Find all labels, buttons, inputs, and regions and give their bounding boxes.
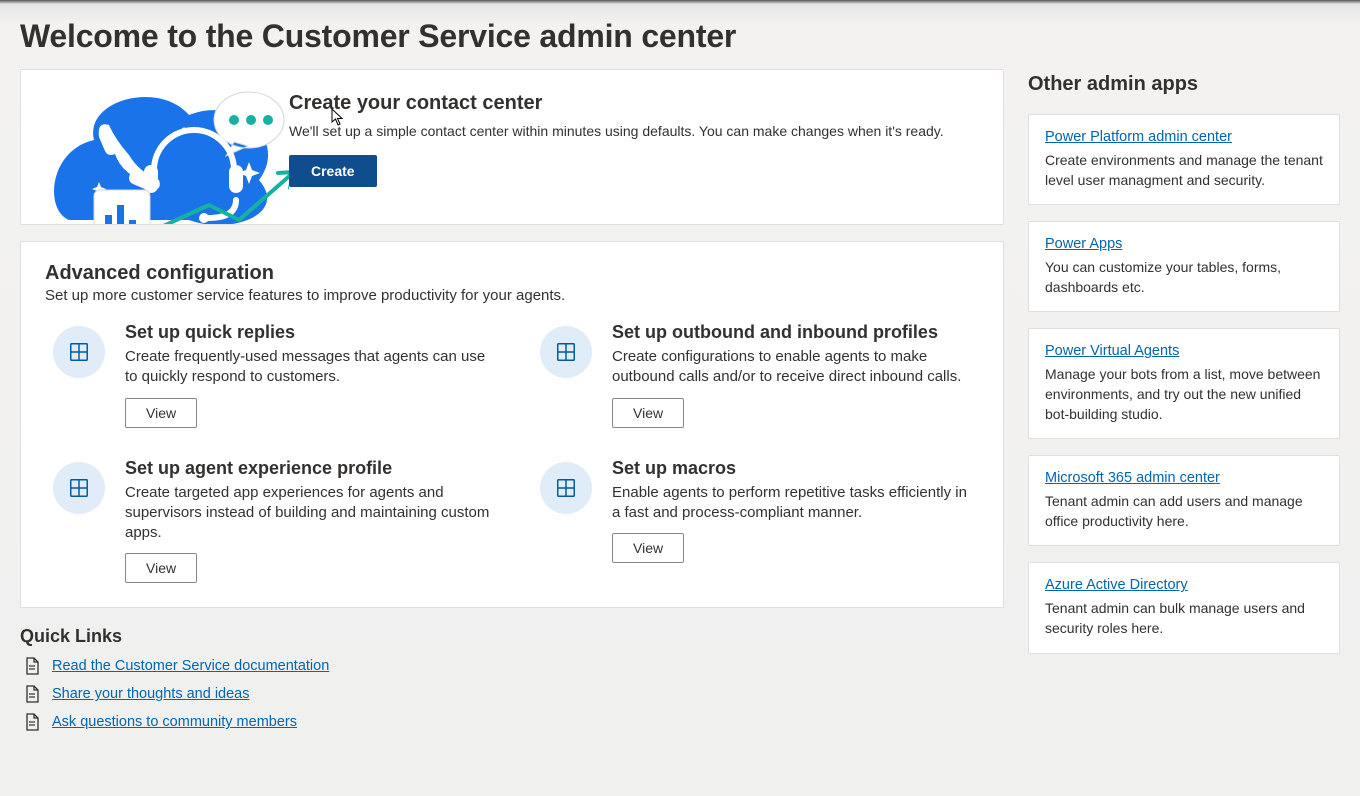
adv-item-profiles: Set up outbound and inbound profiles Cre… [532, 322, 979, 428]
app-card-m365: Microsoft 365 admin center Tenant admin … [1028, 455, 1340, 546]
app-desc: Manage your bots from a list, move betwe… [1045, 365, 1323, 424]
app-desc: Tenant admin can add users and manage of… [1045, 492, 1323, 531]
adv-desc: Create configurations to enable agents t… [612, 347, 979, 388]
quick-link-row: Share your thoughts and ideas [20, 685, 1004, 703]
document-icon [24, 657, 40, 675]
hero-title: Create your contact center [289, 92, 944, 115]
quick-links-heading: Quick Links [20, 626, 1004, 647]
grid-icon [53, 326, 105, 378]
quick-link-row: Ask questions to community members [20, 713, 1004, 731]
adv-desc: Create targeted app experiences for agen… [125, 483, 492, 544]
adv-title: Set up agent experience profile [125, 458, 492, 479]
app-card-aad: Azure Active Directory Tenant admin can … [1028, 562, 1340, 653]
app-link[interactable]: Azure Active Directory [1045, 577, 1323, 593]
view-button-profiles[interactable]: View [612, 398, 684, 428]
quick-link-row: Read the Customer Service documentation [20, 657, 1004, 675]
quick-link-community[interactable]: Ask questions to community members [52, 714, 297, 730]
view-button-agent-exp[interactable]: View [125, 553, 197, 583]
grid-icon [540, 326, 592, 378]
quick-link-feedback[interactable]: Share your thoughts and ideas [52, 686, 250, 702]
app-desc: Create environments and manage the tenan… [1045, 151, 1323, 190]
advanced-heading: Advanced configuration [45, 262, 979, 285]
app-card-power-apps: Power Apps You can customize your tables… [1028, 221, 1340, 312]
adv-item-quick-replies: Set up quick replies Create frequently-u… [45, 322, 492, 428]
sidebar-heading: Other admin apps [1028, 73, 1340, 96]
grid-icon [540, 462, 592, 514]
adv-item-macros: Set up macros Enable agents to perform r… [532, 458, 979, 584]
app-desc: You can customize your tables, forms, da… [1045, 258, 1323, 297]
app-link[interactable]: Power Virtual Agents [1045, 343, 1323, 359]
grid-icon [53, 462, 105, 514]
quick-links-section: Quick Links Read the Customer Service do… [20, 626, 1004, 731]
advanced-sub: Set up more customer service features to… [45, 287, 979, 304]
adv-title: Set up outbound and inbound profiles [612, 322, 979, 343]
hero-desc: We'll set up a simple contact center wit… [289, 123, 944, 139]
view-button-macros[interactable]: View [612, 533, 684, 563]
contact-center-illustration-icon [39, 70, 289, 225]
page-title: Welcome to the Customer Service admin ce… [20, 18, 1340, 55]
document-icon [24, 685, 40, 703]
adv-title: Set up macros [612, 458, 979, 479]
view-button-quick-replies[interactable]: View [125, 398, 197, 428]
app-link[interactable]: Power Platform admin center [1045, 129, 1323, 145]
adv-desc: Enable agents to perform repetitive task… [612, 483, 979, 524]
document-icon [24, 713, 40, 731]
adv-desc: Create frequently-used messages that age… [125, 347, 492, 388]
advanced-config-card: Advanced configuration Set up more custo… [20, 241, 1004, 608]
app-link[interactable]: Microsoft 365 admin center [1045, 470, 1323, 486]
app-card-pva: Power Virtual Agents Manage your bots fr… [1028, 328, 1340, 439]
adv-item-agent-exp: Set up agent experience profile Create t… [45, 458, 492, 584]
create-button[interactable]: Create [289, 155, 377, 187]
app-link[interactable]: Power Apps [1045, 236, 1323, 252]
adv-title: Set up quick replies [125, 322, 492, 343]
quick-link-docs[interactable]: Read the Customer Service documentation [52, 658, 329, 674]
app-desc: Tenant admin can bulk manage users and s… [1045, 599, 1323, 638]
app-card-power-platform: Power Platform admin center Create envir… [1028, 114, 1340, 205]
hero-card: Create your contact center We'll set up … [20, 69, 1004, 225]
